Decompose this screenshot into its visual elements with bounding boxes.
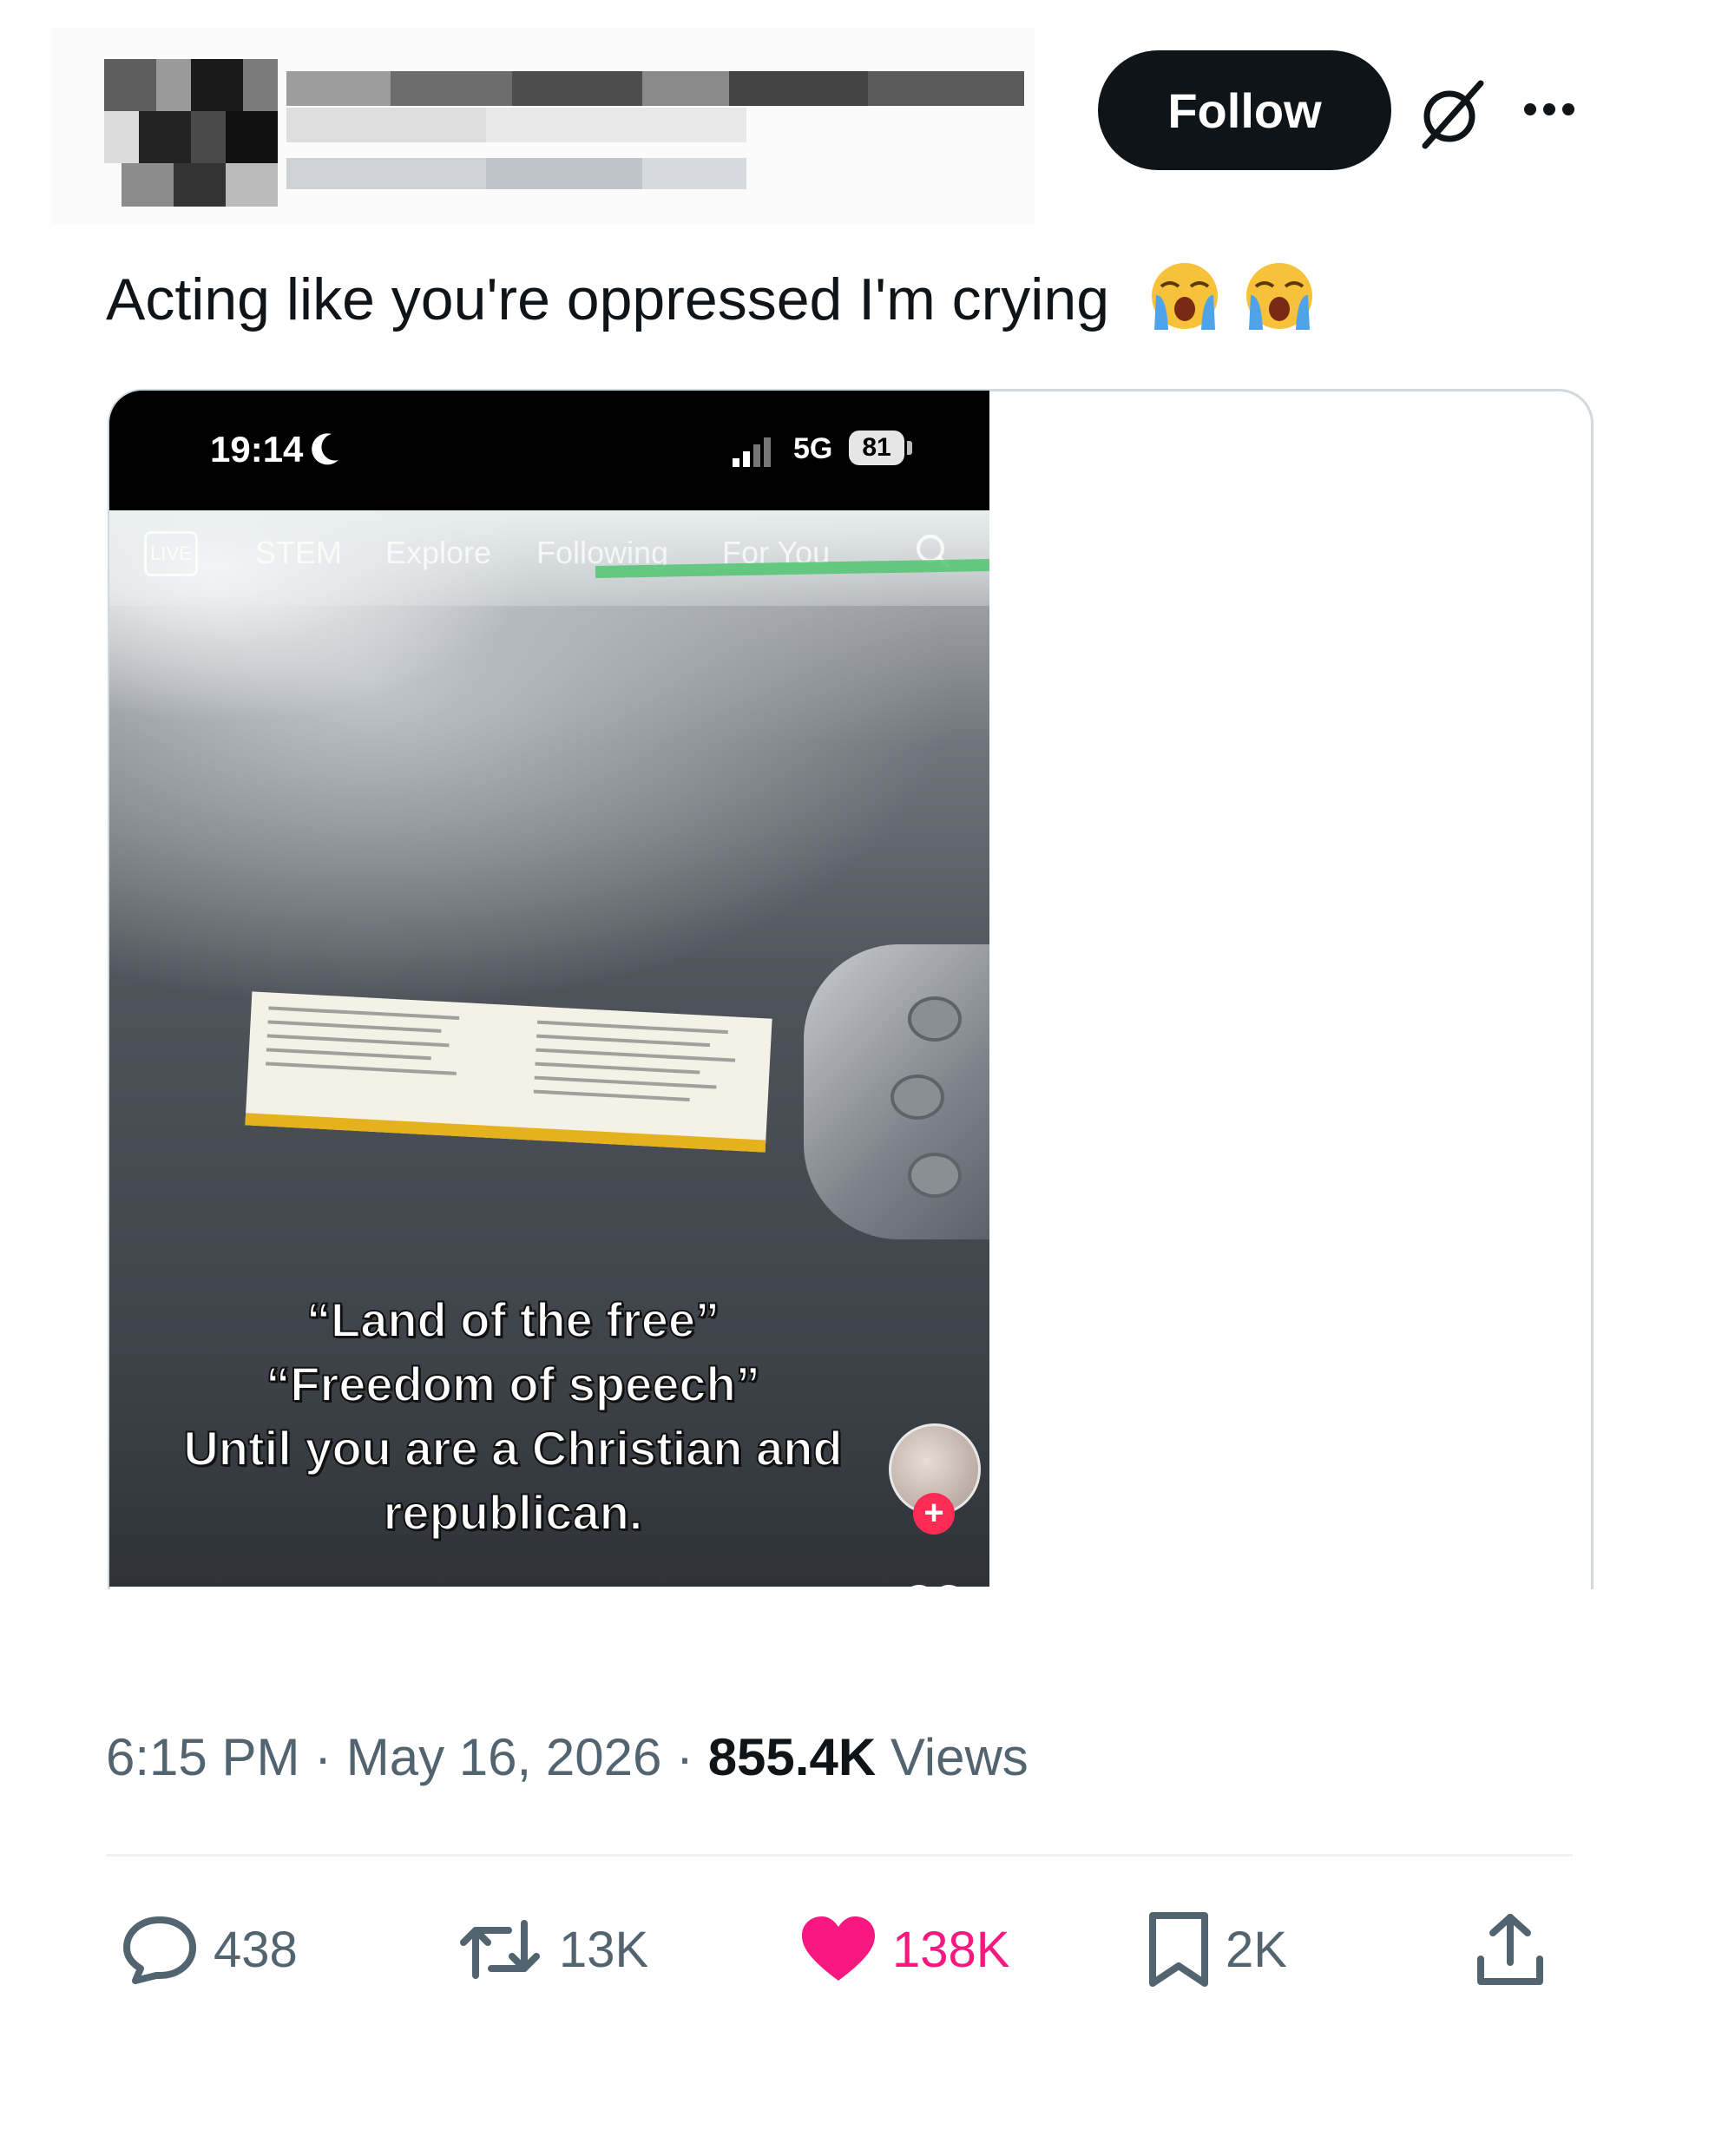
dot [1543,103,1555,115]
sticker-line [536,1034,711,1048]
visor-hinge [804,944,989,1239]
avatar-pixel [104,59,156,111]
more-options-icon[interactable] [1524,92,1587,127]
name-pixel [868,71,1024,106]
sticker-line [266,1034,450,1048]
hinge-knob [891,1075,944,1120]
sticker-line [268,1006,460,1020]
tweet-meta: 6:15 PM · May 16, 2026 · 855.4K Views [106,1727,1029,1787]
name-pixel [286,71,391,106]
like-count: 138K [892,1921,1010,1978]
avatar-pixel [104,111,139,163]
embedded-screenshot[interactable]: 19:14 5G 81 LIVE STEM Explore Following … [109,391,989,1587]
separator: · [314,1728,332,1786]
name-pixel [512,71,642,106]
views-count: 855.4K [707,1728,877,1786]
tab-live[interactable]: LIVE [144,531,198,576]
like-action[interactable]: 138K [800,1906,1009,1993]
hinge-knob [908,1153,962,1198]
name-pixel [286,108,486,142]
reply-icon [123,1916,196,1984]
avatar-pixel [122,163,174,207]
handle-pixel [286,158,486,189]
bookmark-count: 2K [1226,1921,1287,1978]
share-icon [1477,1914,1543,1985]
tab-stem[interactable]: STEM [255,535,342,571]
divider [106,1854,1573,1857]
grok-icon[interactable] [1415,76,1489,151]
signal-icon [733,437,771,467]
tweet-time[interactable]: 6:15 PM [106,1728,299,1786]
caption-line: republican. [383,1484,644,1541]
bookmark-icon [1149,1912,1208,1987]
handle-pixel [486,158,642,189]
crying-face-icon [1151,263,1218,330]
tiktok-nav: LIVE STEM Explore Following For You [109,510,989,606]
battery-tip [907,441,912,455]
reply-count: 438 [214,1921,298,1978]
avatar-pixel [191,59,243,111]
user-header-pixelated [52,28,1035,224]
sticker-line [267,1020,442,1033]
video-caption-overlay: “Land of the free” “Freedom of speech” U… [109,1288,917,1545]
avatar-pixel [174,163,226,207]
hinge-knob [908,996,962,1042]
name-pixel [486,108,746,142]
sticker-line [533,1089,690,1101]
name-pixel [642,71,729,106]
caption-line: “Land of the free” [306,1292,720,1348]
avatar-pixel [191,111,226,163]
video-frame: LIVE STEM Explore Following For You “Lan… [109,510,989,1587]
views-label: Views [890,1728,1029,1786]
separator: · [676,1728,694,1786]
follow-button[interactable]: Follow [1098,50,1391,170]
repost-icon [460,1920,540,1979]
sticker-line [536,1048,736,1062]
avatar-pixel [156,59,191,111]
sticker-line [534,1075,717,1089]
battery-indicator: 81 [849,431,904,465]
avatar-pixel [226,163,278,207]
repost-action[interactable]: 13K [457,1906,648,1993]
tweet-date[interactable]: May 16, 2026 [346,1728,662,1786]
caption-line: Until you are a Christian and [182,1420,843,1476]
share-action[interactable] [1475,1906,1545,1993]
network-type: 5G [793,432,833,465]
avatar-pixel [243,59,278,111]
dot [1524,103,1536,115]
tweet-text: Acting like you're oppressed I'm crying … [106,260,1315,334]
dot [1562,103,1574,115]
sticker-line [266,1062,457,1075]
name-pixel [729,71,868,106]
caption-line: “Freedom of speech” [265,1356,760,1412]
crying-face-icon [1245,263,1312,330]
heart-filled-icon [802,1916,875,1981]
name-pixel [391,71,512,106]
avatar-pixel [139,111,191,163]
sticker-line [536,1020,728,1035]
tweet-text-body: Acting like you're oppressed I'm crying [106,266,1110,332]
phone-status-bar: 19:14 5G 81 [109,391,989,510]
moon-icon [312,433,338,465]
avatar-pixel [226,111,278,163]
status-time: 19:14 [210,429,304,470]
tab-explore[interactable]: Explore [385,535,491,571]
sticker-line [535,1062,700,1075]
heart-icon[interactable] [901,1583,967,1587]
bookmark-action[interactable]: 2K [1147,1906,1287,1993]
airbag-warning-sticker [245,991,772,1153]
sticker-line [266,1048,431,1061]
handle-pixel [642,158,746,189]
reply-action[interactable]: 438 [122,1906,298,1993]
repost-count: 13K [559,1921,649,1978]
follow-plus-icon[interactable]: + [913,1493,955,1535]
